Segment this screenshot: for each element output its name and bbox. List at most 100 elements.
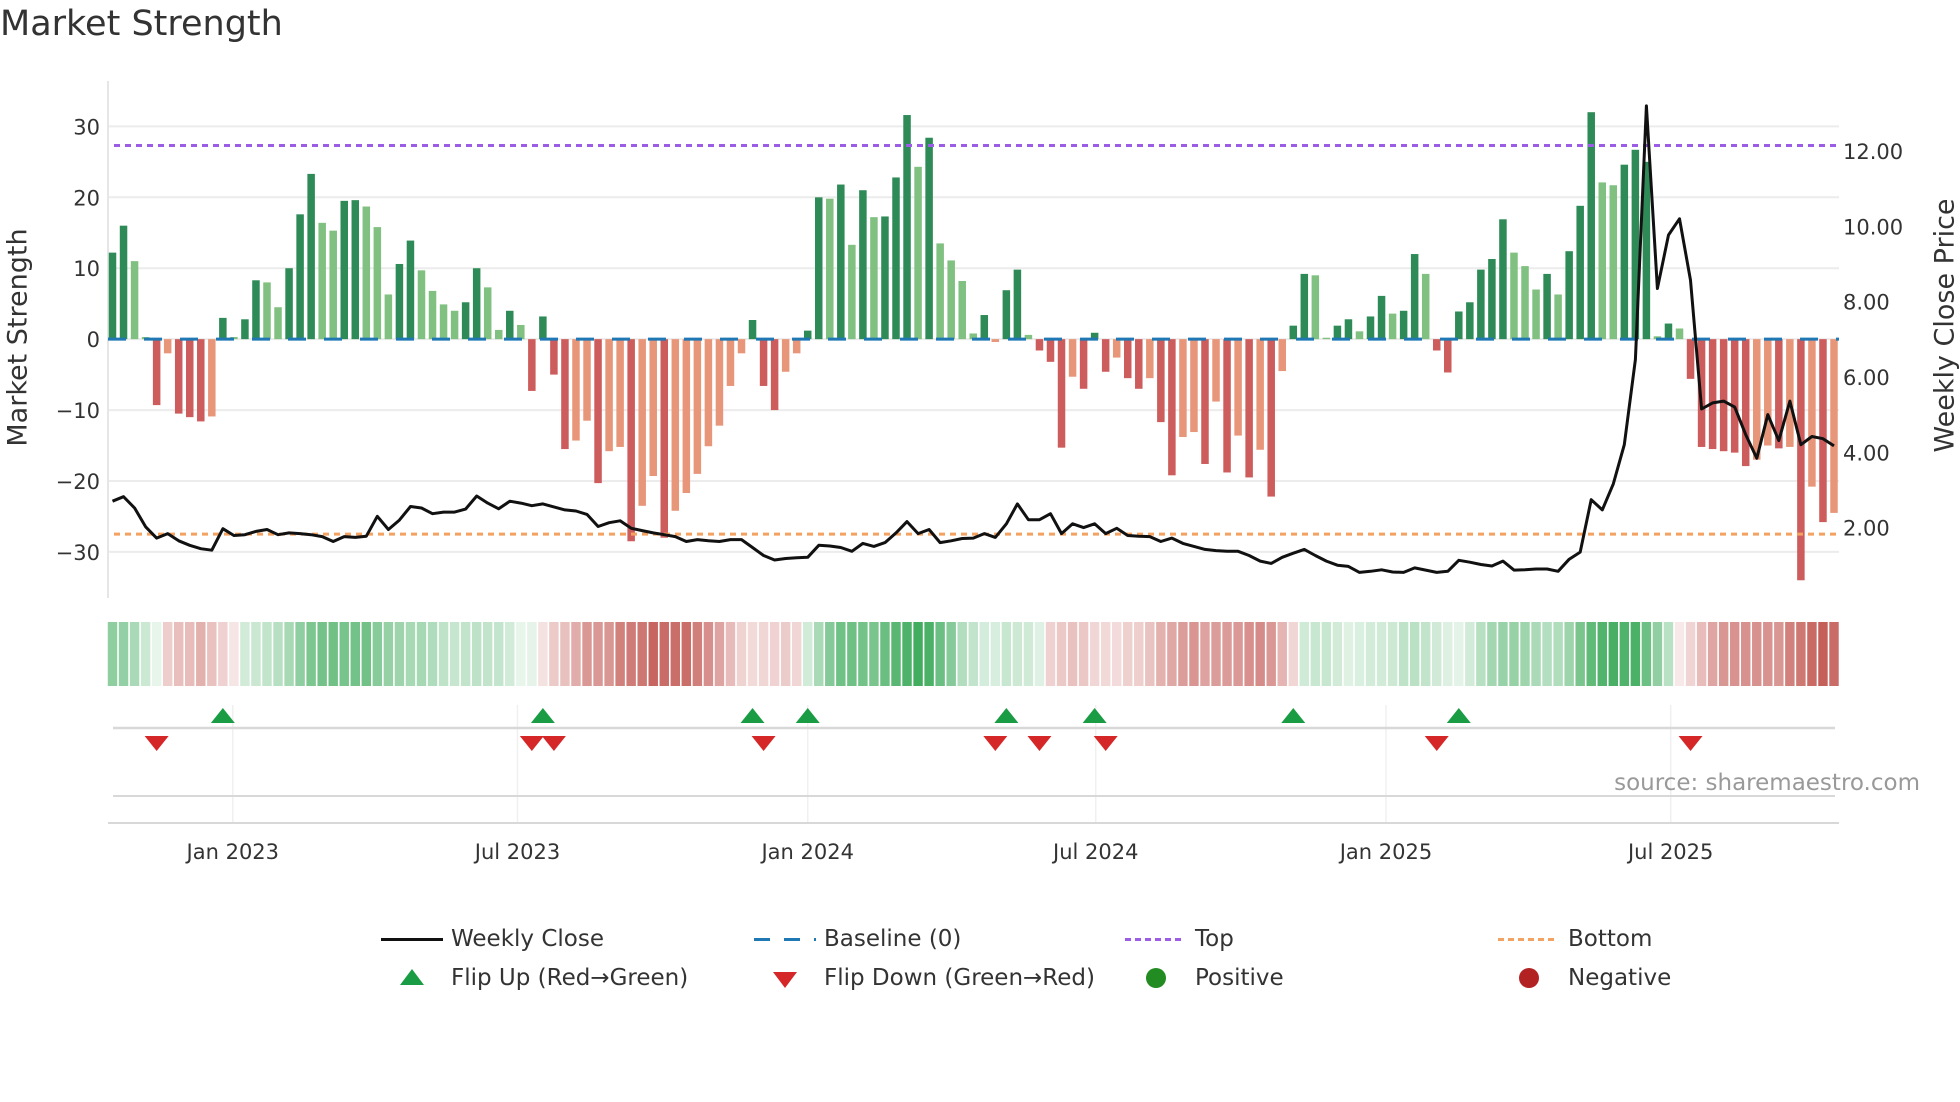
legend-item-top[interactable]: Top bbox=[1125, 926, 1234, 952]
heat-cell-negative bbox=[604, 622, 614, 686]
heat-cell-positive bbox=[825, 622, 835, 686]
bar-negative bbox=[1079, 339, 1088, 389]
y2-tick-label: 10.00 bbox=[1843, 215, 1903, 239]
bar-positive bbox=[373, 227, 382, 340]
heat-cell-negative bbox=[1156, 622, 1166, 686]
heat-cell-negative bbox=[1100, 622, 1111, 686]
heat-cell-positive bbox=[803, 622, 813, 686]
source-credit: source: sharemaestro.com bbox=[1614, 770, 1920, 796]
bar-positive bbox=[241, 319, 249, 340]
heat-cell-negative bbox=[1741, 622, 1751, 686]
heat-cell-positive bbox=[1365, 622, 1376, 686]
heat-cell-positive bbox=[372, 622, 383, 686]
heat-cell-negative bbox=[659, 622, 669, 686]
heat-cell-negative bbox=[1763, 622, 1773, 686]
heat-cell-negative bbox=[218, 622, 228, 686]
bar-positive bbox=[848, 244, 856, 340]
bar-negative bbox=[737, 339, 746, 354]
bar-positive bbox=[1355, 331, 1364, 340]
circle-green-icon bbox=[1125, 966, 1187, 990]
heat-cell-positive bbox=[1564, 622, 1574, 686]
flip-up-marker bbox=[210, 708, 235, 723]
heat-cell-negative bbox=[736, 622, 747, 686]
heat-cell-negative bbox=[1774, 622, 1784, 686]
heat-cell-negative bbox=[637, 622, 647, 686]
heat-cell-negative bbox=[196, 622, 206, 686]
y-tick-label: −20 bbox=[56, 470, 100, 494]
legend-label: Flip Up (Red→Green) bbox=[451, 965, 689, 991]
bar-positive bbox=[1664, 323, 1673, 340]
heat-cell-positive bbox=[1520, 622, 1530, 686]
heat-cell-positive bbox=[438, 622, 449, 686]
heat-cell-negative bbox=[1167, 622, 1177, 686]
y2-tick-label: 2.00 bbox=[1843, 517, 1890, 541]
legend-item-flip-up[interactable]: Flip Up (Red→Green) bbox=[381, 965, 688, 991]
bar-positive bbox=[815, 197, 823, 340]
legend-item-baseline[interactable]: Baseline (0) bbox=[754, 926, 961, 952]
heat-cell-positive bbox=[1630, 622, 1641, 686]
legend-label: Flip Down (Green→Red) bbox=[824, 965, 1095, 991]
heat-cell-negative bbox=[747, 622, 758, 686]
legend-item-weekly-close[interactable]: Weekly Close bbox=[381, 926, 604, 952]
bar-positive bbox=[318, 222, 326, 340]
bar-negative bbox=[572, 339, 580, 441]
heat-cell-negative bbox=[207, 622, 217, 686]
heat-cell-negative bbox=[1045, 622, 1056, 686]
bar-negative bbox=[1686, 339, 1695, 379]
heat-cell-negative bbox=[725, 622, 736, 686]
bar-positive bbox=[252, 280, 260, 340]
bar-positive bbox=[1565, 251, 1573, 340]
heat-cell-negative bbox=[1211, 622, 1221, 686]
y2-tick-label: 4.00 bbox=[1843, 441, 1890, 465]
heat-cell-negative bbox=[173, 622, 184, 686]
heat-cell-negative bbox=[1145, 622, 1155, 686]
heat-cell-positive bbox=[1332, 622, 1343, 686]
heat-cell-negative bbox=[1729, 622, 1740, 686]
heat-cell-positive bbox=[968, 622, 978, 686]
bar-negative bbox=[991, 339, 1000, 342]
bar-negative bbox=[704, 339, 713, 447]
heat-cell-negative bbox=[549, 622, 559, 686]
heat-cell-positive bbox=[946, 622, 956, 686]
heat-cell-positive bbox=[869, 622, 879, 686]
bar-positive bbox=[1399, 310, 1408, 340]
bar-negative bbox=[726, 339, 735, 386]
flip-up-marker bbox=[994, 708, 1019, 723]
bar-positive bbox=[362, 206, 371, 340]
heat-cell-positive bbox=[262, 622, 272, 686]
heat-cell-positive bbox=[273, 622, 283, 686]
bar-negative bbox=[1212, 339, 1220, 402]
heat-cell-negative bbox=[593, 622, 603, 686]
bar-positive bbox=[1311, 275, 1320, 340]
legend-item-negative[interactable]: Negative bbox=[1498, 965, 1671, 991]
heat-cell-positive bbox=[107, 622, 118, 686]
heat-cell-negative bbox=[1807, 622, 1817, 686]
heat-cell-negative bbox=[1255, 622, 1265, 686]
bar-positive bbox=[1675, 328, 1684, 340]
legend-item-flip-down[interactable]: Flip Down (Green→Red) bbox=[754, 965, 1095, 991]
bar-positive bbox=[119, 225, 128, 340]
heat-cell-negative bbox=[1785, 622, 1795, 686]
heat-cell-positive bbox=[847, 622, 857, 686]
bar-positive bbox=[1466, 302, 1474, 340]
bar-positive bbox=[1002, 290, 1011, 340]
heat-cell-negative bbox=[185, 622, 195, 686]
bar-positive bbox=[1521, 266, 1529, 340]
heat-cell-positive bbox=[317, 622, 327, 686]
flip-down-marker bbox=[144, 736, 169, 751]
heat-cell-positive bbox=[284, 622, 294, 686]
x-tick-label: Jan 2025 bbox=[1338, 840, 1433, 864]
bar-negative bbox=[174, 339, 183, 414]
bar-positive bbox=[296, 214, 304, 340]
legend-item-bottom[interactable]: Bottom bbox=[1498, 926, 1652, 952]
heat-cell-positive bbox=[902, 622, 912, 686]
flip-down-marker bbox=[1093, 736, 1118, 751]
heat-cell-positive bbox=[814, 622, 824, 686]
heat-cell-positive bbox=[1387, 622, 1398, 686]
bar-positive bbox=[263, 282, 271, 340]
legend-item-positive[interactable]: Positive bbox=[1125, 965, 1284, 991]
bar-negative bbox=[1101, 339, 1110, 372]
heat-cell-positive bbox=[1420, 622, 1431, 686]
heat-cell-negative bbox=[1089, 622, 1100, 686]
heat-cell-positive bbox=[1608, 622, 1619, 686]
